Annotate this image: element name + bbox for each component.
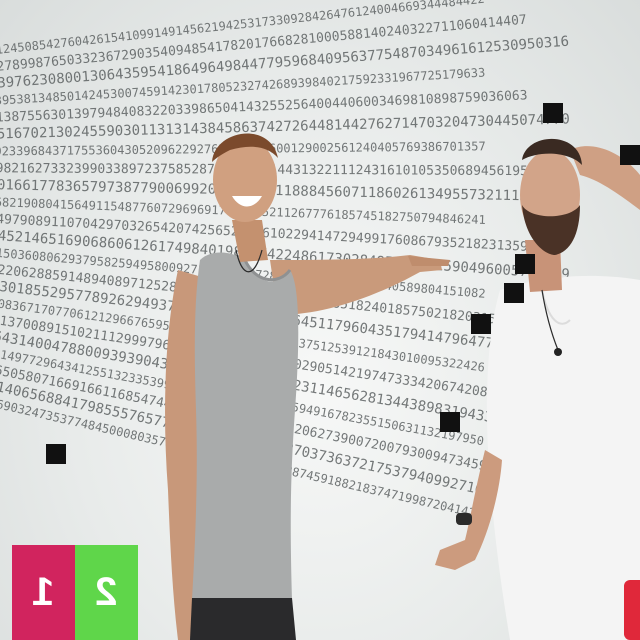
edge-red-element — [624, 580, 640, 640]
artifact-block — [515, 254, 535, 274]
artifact-block — [543, 103, 563, 123]
artifact-block — [471, 314, 491, 334]
artifact-block — [620, 145, 640, 165]
video-frame: 4512450854276042615410991491456219425317… — [0, 0, 640, 640]
artifact-block — [504, 283, 524, 303]
left-score: 1 — [32, 570, 55, 614]
scoreboard: 1 2 — [12, 545, 138, 640]
score-tile-right: 2 — [75, 545, 138, 640]
artifact-block — [46, 444, 66, 464]
person-left-grey-tank-top — [165, 133, 450, 640]
person-right-bearded-white-tee — [435, 138, 640, 640]
right-score: 2 — [95, 570, 118, 614]
artifact-block — [440, 412, 460, 432]
score-tile-left: 1 — [12, 545, 75, 640]
